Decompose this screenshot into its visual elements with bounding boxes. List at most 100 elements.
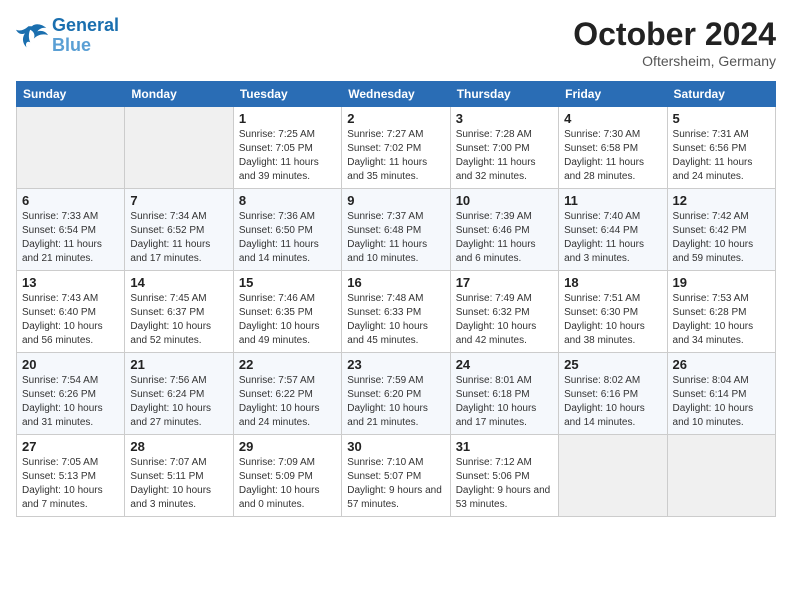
calendar-day-cell: [559, 435, 667, 517]
day-number: 23: [347, 357, 444, 372]
calendar-day-cell: 25 Sunrise: 8:02 AM Sunset: 6:16 PM Dayli…: [559, 353, 667, 435]
day-info: Sunrise: 7:10 AM Sunset: 5:07 PM Dayligh…: [347, 456, 444, 512]
day-number: 17: [456, 275, 553, 290]
calendar-table: SundayMondayTuesdayWednesdayThursdayFrid…: [16, 81, 776, 517]
day-number: 2: [347, 111, 444, 126]
calendar-day-cell: 20Sunrise: 7:54 AM Sunset: 6:26 PM Dayli…: [17, 353, 125, 435]
day-info: Sunrise: 7:37 AM Sunset: 6:48 PM Dayligh…: [347, 210, 444, 266]
location: Oftersheim, Germany: [573, 53, 776, 69]
day-info: Sunrise: 7:53 AM Sunset: 6:28 PM Dayligh…: [673, 292, 770, 348]
calendar-day-cell: 18 Sunrise: 7:51 AM Sunset: 6:30 PM Dayli…: [559, 271, 667, 353]
day-number: 21: [130, 357, 227, 372]
weekday-header: Wednesday: [342, 82, 450, 107]
calendar-day-cell: 21Sunrise: 7:56 AM Sunset: 6:24 PM Dayli…: [125, 353, 233, 435]
calendar-day-cell: 24Sunrise: 8:01 AM Sunset: 6:18 PM Dayli…: [450, 353, 558, 435]
weekday-header: Thursday: [450, 82, 558, 107]
day-number: 1: [239, 111, 336, 126]
day-info: Sunrise: 7:27 AM Sunset: 7:02 PM Dayligh…: [347, 128, 444, 184]
day-number: 9: [347, 193, 444, 208]
calendar-day-cell: 14 Sunrise: 7:45 AM Sunset: 6:37 PM Dayli…: [125, 271, 233, 353]
day-number: 30: [347, 439, 444, 454]
calendar-day-cell: 19 Sunrise: 7:53 AM Sunset: 6:28 PM Dayli…: [667, 271, 775, 353]
weekday-header: Friday: [559, 82, 667, 107]
day-info: Sunrise: 7:05 AM Sunset: 5:13 PM Dayligh…: [22, 456, 119, 512]
day-number: 6: [22, 193, 119, 208]
calendar-day-cell: [125, 107, 233, 189]
day-number: 14: [130, 275, 227, 290]
day-info: Sunrise: 7:46 AM Sunset: 6:35 PM Dayligh…: [239, 292, 336, 348]
day-info: Sunrise: 7:31 AM Sunset: 6:56 PM Dayligh…: [673, 128, 770, 184]
calendar-day-cell: [17, 107, 125, 189]
day-number: 11: [564, 193, 661, 208]
day-info: Sunrise: 7:57 AM Sunset: 6:22 PM Dayligh…: [239, 374, 336, 430]
calendar-day-cell: 9 Sunrise: 7:37 AM Sunset: 6:48 PM Daylig…: [342, 189, 450, 271]
day-number: 8: [239, 193, 336, 208]
calendar-day-cell: 2 Sunrise: 7:27 AM Sunset: 7:02 PM Daylig…: [342, 107, 450, 189]
weekday-header: Sunday: [17, 82, 125, 107]
day-number: 10: [456, 193, 553, 208]
day-number: 18: [564, 275, 661, 290]
calendar-day-cell: 27 Sunrise: 7:05 AM Sunset: 5:13 PM Dayli…: [17, 435, 125, 517]
calendar-day-cell: 10Sunrise: 7:39 AM Sunset: 6:46 PM Dayli…: [450, 189, 558, 271]
weekday-header: Saturday: [667, 82, 775, 107]
day-number: 4: [564, 111, 661, 126]
day-number: 5: [673, 111, 770, 126]
calendar-day-cell: 29Sunrise: 7:09 AM Sunset: 5:09 PM Dayli…: [233, 435, 341, 517]
day-info: Sunrise: 7:49 AM Sunset: 6:32 PM Dayligh…: [456, 292, 553, 348]
month-title: October 2024: [573, 16, 776, 53]
day-info: Sunrise: 7:51 AM Sunset: 6:30 PM Dayligh…: [564, 292, 661, 348]
day-number: 25: [564, 357, 661, 372]
day-number: 27: [22, 439, 119, 454]
day-number: 29: [239, 439, 336, 454]
calendar-day-cell: 8 Sunrise: 7:36 AM Sunset: 6:50 PM Daylig…: [233, 189, 341, 271]
day-info: Sunrise: 7:45 AM Sunset: 6:37 PM Dayligh…: [130, 292, 227, 348]
day-info: Sunrise: 7:34 AM Sunset: 6:52 PM Dayligh…: [130, 210, 227, 266]
calendar-day-cell: 15 Sunrise: 7:46 AM Sunset: 6:35 PM Dayli…: [233, 271, 341, 353]
day-info: Sunrise: 7:30 AM Sunset: 6:58 PM Dayligh…: [564, 128, 661, 184]
logo-text: General Blue: [52, 16, 119, 56]
calendar-day-cell: 13 Sunrise: 7:43 AM Sunset: 6:40 PM Dayli…: [17, 271, 125, 353]
day-info: Sunrise: 7:25 AM Sunset: 7:05 PM Dayligh…: [239, 128, 336, 184]
calendar-week-row: 27 Sunrise: 7:05 AM Sunset: 5:13 PM Dayli…: [17, 435, 776, 517]
title-block: October 2024 Oftersheim, Germany: [573, 16, 776, 69]
day-number: 22: [239, 357, 336, 372]
day-number: 19: [673, 275, 770, 290]
calendar-day-cell: 17 Sunrise: 7:49 AM Sunset: 6:32 PM Dayli…: [450, 271, 558, 353]
day-info: Sunrise: 7:43 AM Sunset: 6:40 PM Dayligh…: [22, 292, 119, 348]
calendar-day-cell: 12Sunrise: 7:42 AM Sunset: 6:42 PM Dayli…: [667, 189, 775, 271]
day-number: 26: [673, 357, 770, 372]
calendar-day-cell: 16Sunrise: 7:48 AM Sunset: 6:33 PM Dayli…: [342, 271, 450, 353]
calendar-day-cell: 23 Sunrise: 7:59 AM Sunset: 6:20 PM Dayli…: [342, 353, 450, 435]
day-number: 16: [347, 275, 444, 290]
day-info: Sunrise: 8:01 AM Sunset: 6:18 PM Dayligh…: [456, 374, 553, 430]
calendar-week-row: 1 Sunrise: 7:25 AM Sunset: 7:05 PM Daylig…: [17, 107, 776, 189]
calendar-day-cell: 4 Sunrise: 7:30 AM Sunset: 6:58 PM Daylig…: [559, 107, 667, 189]
calendar-day-cell: 11Sunrise: 7:40 AM Sunset: 6:44 PM Dayli…: [559, 189, 667, 271]
calendar-day-cell: 30 Sunrise: 7:10 AM Sunset: 5:07 PM Dayli…: [342, 435, 450, 517]
day-info: Sunrise: 8:04 AM Sunset: 6:14 PM Dayligh…: [673, 374, 770, 430]
day-number: 13: [22, 275, 119, 290]
calendar-day-cell: 22 Sunrise: 7:57 AM Sunset: 6:22 PM Dayli…: [233, 353, 341, 435]
page-header: General Blue October 2024 Oftersheim, Ge…: [16, 16, 776, 69]
weekday-header-row: SundayMondayTuesdayWednesdayThursdayFrid…: [17, 82, 776, 107]
day-number: 31: [456, 439, 553, 454]
calendar-day-cell: 1 Sunrise: 7:25 AM Sunset: 7:05 PM Daylig…: [233, 107, 341, 189]
day-info: Sunrise: 7:36 AM Sunset: 6:50 PM Dayligh…: [239, 210, 336, 266]
calendar-day-cell: [667, 435, 775, 517]
day-info: Sunrise: 8:02 AM Sunset: 6:16 PM Dayligh…: [564, 374, 661, 430]
calendar-day-cell: 3Sunrise: 7:28 AM Sunset: 7:00 PM Daylig…: [450, 107, 558, 189]
weekday-header: Monday: [125, 82, 233, 107]
day-info: Sunrise: 7:12 AM Sunset: 5:06 PM Dayligh…: [456, 456, 553, 512]
day-number: 15: [239, 275, 336, 290]
calendar-week-row: 20Sunrise: 7:54 AM Sunset: 6:26 PM Dayli…: [17, 353, 776, 435]
day-info: Sunrise: 7:42 AM Sunset: 6:42 PM Dayligh…: [673, 210, 770, 266]
calendar-day-cell: 26 Sunrise: 8:04 AM Sunset: 6:14 PM Dayli…: [667, 353, 775, 435]
day-info: Sunrise: 7:59 AM Sunset: 6:20 PM Dayligh…: [347, 374, 444, 430]
calendar-day-cell: 7Sunrise: 7:34 AM Sunset: 6:52 PM Daylig…: [125, 189, 233, 271]
calendar-day-cell: 5 Sunrise: 7:31 AM Sunset: 6:56 PM Daylig…: [667, 107, 775, 189]
day-info: Sunrise: 7:54 AM Sunset: 6:26 PM Dayligh…: [22, 374, 119, 430]
calendar-week-row: 13 Sunrise: 7:43 AM Sunset: 6:40 PM Dayli…: [17, 271, 776, 353]
day-number: 28: [130, 439, 227, 454]
calendar-day-cell: 28Sunrise: 7:07 AM Sunset: 5:11 PM Dayli…: [125, 435, 233, 517]
day-number: 3: [456, 111, 553, 126]
